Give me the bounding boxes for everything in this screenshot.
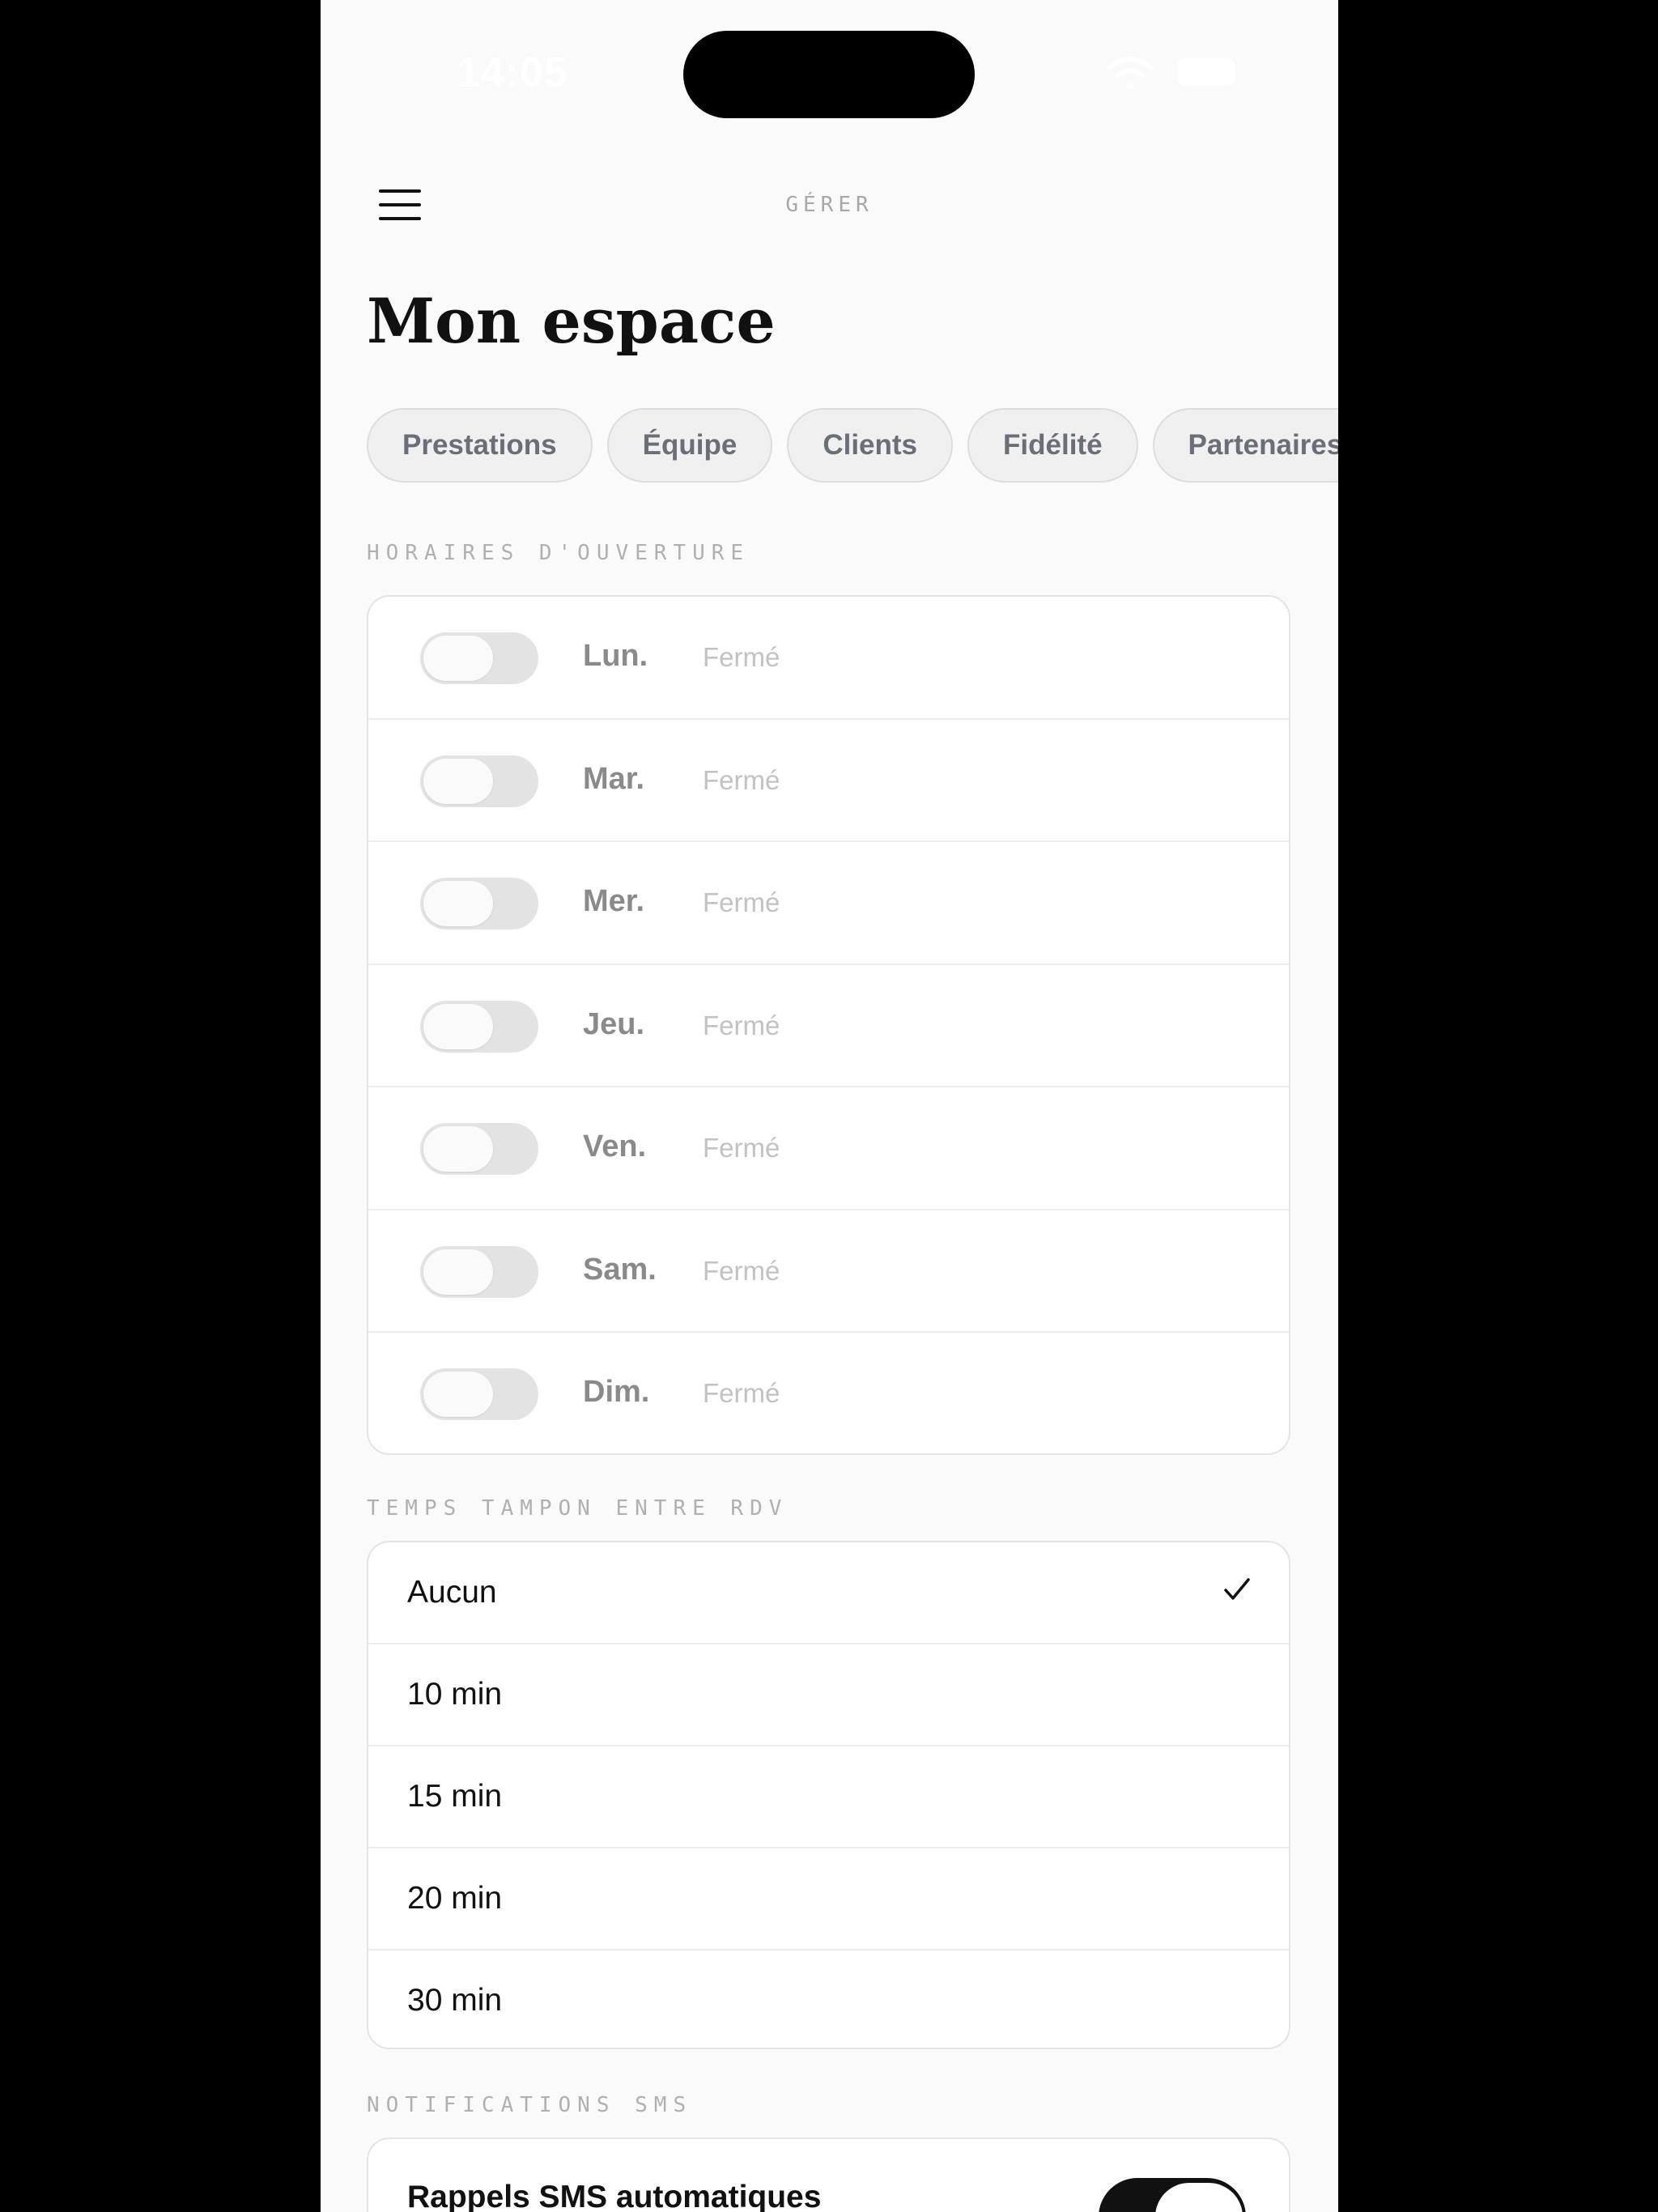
battery-icon [1177,58,1235,86]
hours-row-sunday: Dim. Fermé [368,1333,1289,1453]
status-time: 14:05 [457,49,568,96]
buffer-option-10[interactable]: 10 min [368,1644,1289,1746]
hours-row-saturday: Sam. Fermé [368,1210,1289,1333]
tab-bar: Prestations Équipe Clients Fidélité Part… [367,408,1338,483]
hours-row-thursday: Jeu. Fermé [368,965,1289,1087]
hours-row-tuesday: Mar. Fermé [368,720,1289,842]
tab-clients[interactable]: Clients [787,408,954,483]
buffer-time-section-label: TEMPS TAMPON ENTRE RDV [367,1496,789,1521]
buffer-option-label: Aucun [407,1575,497,1610]
monday-toggle[interactable] [420,632,538,684]
tuesday-toggle[interactable] [420,755,538,807]
thursday-toggle[interactable] [420,1000,538,1053]
day-label: Dim. [583,1375,650,1409]
buffer-option-none[interactable]: Aucun [368,1542,1289,1644]
day-label: Lun. [583,639,648,673]
buffer-time-card: Aucun 10 min 15 min 20 min 30 min [367,1541,1290,2049]
tab-equipe[interactable]: Équipe [606,408,773,483]
hours-row-friday: Ven. Fermé [368,1087,1289,1210]
sunday-toggle[interactable] [420,1368,538,1420]
opening-hours-card: Lun. Fermé Mar. Fermé Mer. Fermé Jeu. Fe… [367,595,1290,1455]
wednesday-toggle[interactable] [420,878,538,929]
buffer-option-15[interactable]: 15 min [368,1746,1289,1848]
day-status: Fermé [703,887,780,917]
buffer-option-label: 10 min [407,1677,503,1712]
buffer-option-20[interactable]: 20 min [368,1848,1289,1950]
day-label: Mer. [583,884,645,918]
buffer-option-label: 20 min [407,1881,503,1916]
day-status: Fermé [703,764,780,795]
day-label: Mar. [583,761,645,796]
wifi-icon [1107,57,1154,89]
page-title: Mon espace [367,285,776,357]
hours-row-wednesday: Mer. Fermé [368,842,1289,965]
friday-toggle[interactable] [420,1123,538,1175]
sms-section-label: NOTIFICATIONS SMS [367,2093,693,2117]
hours-row-monday: Lun. Fermé [368,597,1289,720]
day-status: Fermé [703,1378,780,1408]
dynamic-island [683,31,975,118]
day-status: Fermé [703,1255,780,1286]
sms-card: Rappels SMS automatiques [367,2138,1290,2212]
sms-reminders-toggle[interactable] [1099,2178,1246,2212]
check-icon [1224,1578,1250,1600]
tab-partenaires[interactable]: Partenaires [1152,408,1338,483]
tab-prestations[interactable]: Prestations [367,408,593,483]
tab-fidelite[interactable]: Fidélité [967,408,1138,483]
buffer-option-label: 15 min [407,1779,503,1814]
saturday-toggle[interactable] [420,1245,538,1298]
header-title: GÉRER [785,193,874,217]
day-label: Jeu. [583,1006,645,1041]
day-status: Fermé [703,642,780,672]
opening-hours-section-label: HORAIRES D'OUVERTURE [367,541,750,565]
day-status: Fermé [703,1133,780,1163]
buffer-option-label: 30 min [407,1983,503,2018]
sms-reminders-label: Rappels SMS automatiques [407,2180,822,2212]
day-label: Ven. [583,1129,647,1163]
day-status: Fermé [703,1010,780,1040]
day-label: Sam. [583,1252,657,1287]
phone-screen: 14:05 GÉRER Mon espace Prestations Équip… [321,0,1338,2212]
buffer-option-30[interactable]: 30 min [368,1950,1289,2048]
